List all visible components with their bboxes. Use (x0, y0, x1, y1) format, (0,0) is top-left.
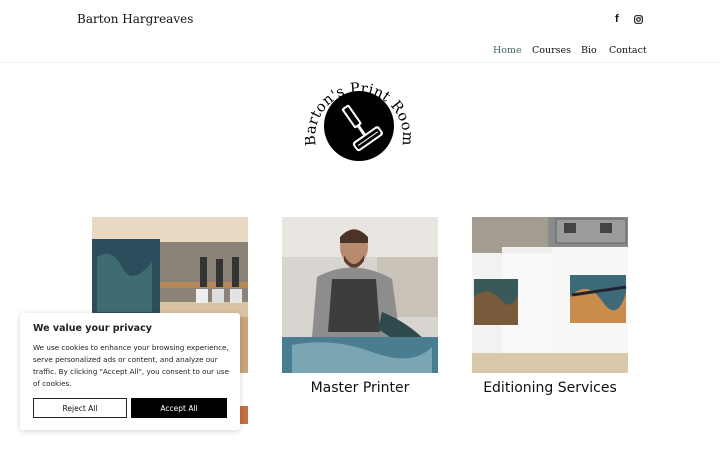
nav-bio[interactable]: Bio (581, 45, 597, 56)
site-header: Barton Hargreaves f Home Courses Bio Con… (0, 0, 720, 63)
nav-courses[interactable]: Courses (532, 45, 571, 56)
printer-at-work-photo[interactable] (282, 217, 438, 373)
card-title-master-printer[interactable]: Master Printer (282, 380, 438, 396)
framed-prints-photo[interactable] (472, 217, 628, 373)
card-title-editioning-services[interactable]: Editioning Services (472, 380, 628, 396)
nav-contact[interactable]: Contact (609, 45, 647, 56)
reject-all-button[interactable]: Reject All (33, 398, 127, 418)
print-room-logo[interactable]: Barton's Print Room (303, 70, 415, 166)
site-title[interactable]: Barton Hargreaves (77, 12, 193, 26)
cookie-description: We use cookies to enhance your browsing … (33, 343, 230, 388)
card-1-footer-strip (240, 406, 248, 424)
accept-all-button[interactable]: Accept All (131, 398, 227, 418)
facebook-icon[interactable]: f (615, 13, 619, 25)
cookie-consent-banner: We value your privacy We use cookies to … (20, 313, 240, 430)
cookie-title: We value your privacy (33, 323, 152, 334)
instagram-icon[interactable] (634, 14, 643, 24)
nav-home[interactable]: Home (493, 45, 522, 56)
